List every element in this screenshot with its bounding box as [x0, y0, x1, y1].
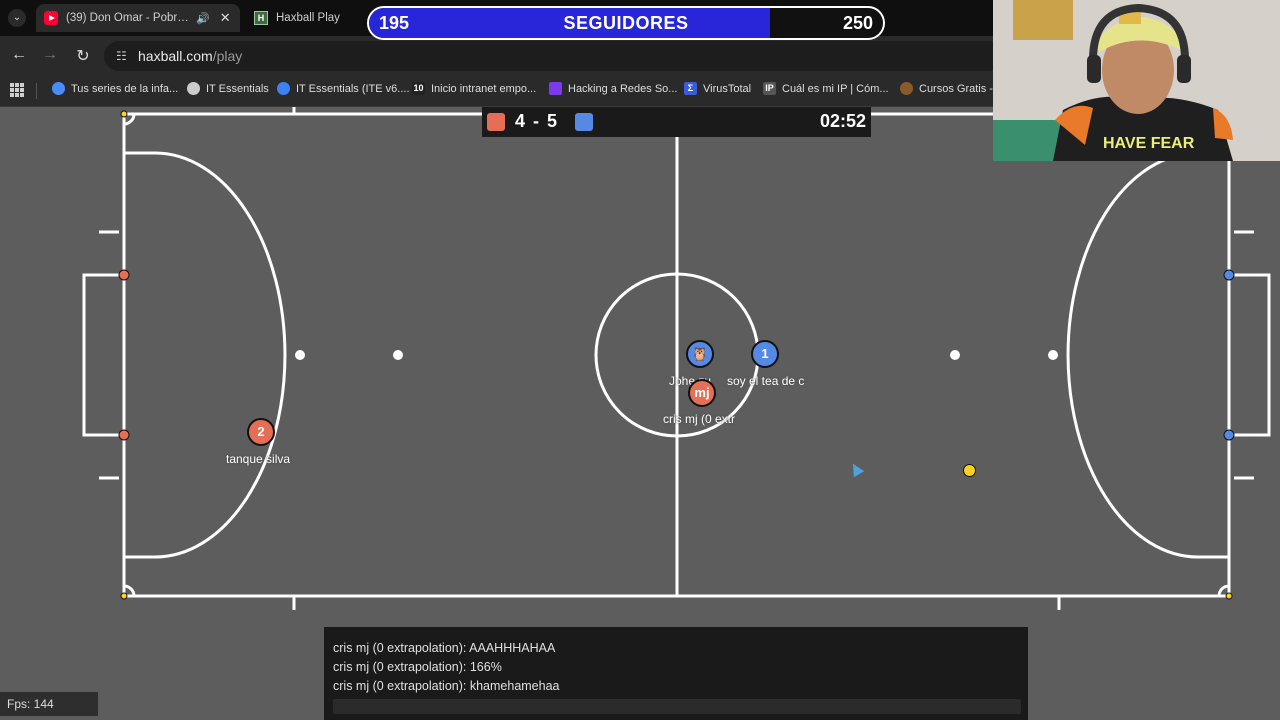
youtube-icon — [44, 11, 58, 25]
bookmark-item[interactable]: Σ VirusTotal — [684, 82, 751, 95]
apps-grid-icon[interactable] — [10, 83, 24, 97]
speaker-icon[interactable]: 🔊 — [196, 12, 210, 25]
url-input[interactable]: ☷ haxball.com/play — [104, 41, 1004, 71]
bookmark-label: Cursos Gratis - A — [919, 82, 1003, 95]
bookmark-label: IT Essentials (ITE v6.... — [296, 82, 410, 95]
red-team-indicator — [487, 113, 505, 131]
svg-text:HAVE FEAR: HAVE FEAR — [1103, 135, 1195, 152]
player-name: soy el tea de c — [727, 374, 805, 388]
ten-icon: 10 — [412, 82, 425, 95]
bookmark-item[interactable]: Cursos Gratis - A — [900, 82, 1003, 95]
bookmark-label: Hacking a Redes So... — [568, 82, 678, 95]
ball — [963, 464, 976, 477]
bookmark-item[interactable]: IT Essentials (ITE v6.... — [277, 82, 410, 95]
bookmark-item[interactable]: 10 Inicio intranet empo... — [412, 82, 536, 95]
score-red: 4 — [515, 111, 526, 131]
player-disc: 2 — [247, 418, 275, 446]
player-name: cris mj (0 extr — [663, 412, 735, 426]
sigma-icon: Σ — [684, 82, 697, 95]
followers-label: SEGUIDORES — [563, 13, 689, 33]
followers-goal: 250 — [842, 13, 873, 33]
owl-icon: 🦉 — [691, 346, 709, 362]
link-icon — [277, 82, 290, 95]
blue-team-indicator — [575, 113, 593, 131]
match-timer: 02:52 — [819, 111, 866, 131]
bookmark-label: Inicio intranet empo... — [431, 82, 537, 95]
player-disc: 🦉 — [686, 340, 714, 368]
webcam-image: HAVE FEAR — [993, 0, 1280, 161]
bookmark-label: VirusTotal — [703, 82, 752, 95]
tab-haxball[interactable]: H Haxball Play — [248, 4, 368, 32]
site-info-icon[interactable]: ☷ — [116, 49, 127, 63]
webcam-overlay: HAVE FEAR — [993, 0, 1280, 161]
bookmark-item[interactable]: IT Essentials — [187, 82, 269, 95]
bookmark-item[interactable]: IP Cuál es mi IP | Cóm... — [763, 82, 889, 95]
close-icon[interactable]: ✕ — [220, 10, 231, 26]
game-canvas[interactable]: 4-5 02:52 2 tanque silva 🦉 Johe zu 1 soy… — [0, 107, 1280, 720]
chat-message: cris mj (0 extrapolation): AAAHHHAHAA — [333, 641, 556, 655]
ip-icon: IP — [763, 82, 776, 95]
bookmark-label: Cuál es mi IP | Cóm... — [782, 82, 889, 95]
bookmark-label: Tus series de la infa... — [71, 82, 179, 95]
score-blue: 5 — [547, 111, 558, 131]
score-separator: - — [533, 111, 540, 131]
url-text[interactable]: haxball.com/play — [138, 48, 242, 64]
tab-title: Haxball Play — [276, 12, 340, 24]
chat-input[interactable] — [333, 699, 1021, 714]
haxball-icon: H — [254, 11, 268, 25]
blue-bubble-icon — [52, 82, 65, 95]
bookmark-item[interactable]: Tus series de la infa... — [52, 82, 178, 95]
chat-message: cris mj (0 extrapolation): 166% — [333, 660, 502, 674]
player-disc: mj — [688, 379, 716, 407]
bookmark-label: IT Essentials — [206, 82, 269, 95]
bookmark-item[interactable]: Hacking a Redes So... — [549, 82, 677, 95]
back-arrow-icon[interactable]: ← — [9, 46, 29, 64]
url-host: haxball.com — [138, 48, 213, 64]
tab-youtube[interactable]: (39) Don Omar - Pobre Diabla 🔊 ✕ — [36, 4, 240, 32]
scoreboard: 4-5 02:52 — [482, 107, 871, 137]
globe-icon — [187, 82, 200, 95]
divider — [36, 83, 37, 99]
chat-message: cris mj (0 extrapolation): khamehamehaa — [333, 679, 560, 693]
reload-icon[interactable]: ↻ — [73, 46, 93, 66]
chat-panel: cris mj (0 extrapolation): AAAHHHAHAA cr… — [324, 627, 1028, 720]
score: 4-5 — [515, 111, 557, 132]
tab-title: (39) Don Omar - Pobre Diabla — [66, 12, 190, 24]
player-disc: 1 — [751, 340, 779, 368]
shield-icon — [549, 82, 562, 95]
fps-counter: Fps: 144 — [0, 692, 98, 716]
person-icon — [900, 82, 913, 95]
player-name: tanque silva — [226, 452, 291, 466]
forward-arrow-icon[interactable]: → — [40, 46, 60, 64]
tab-search-button[interactable]: ⌄ — [8, 9, 26, 27]
url-path: /play — [212, 48, 243, 64]
followers-goal-bar: 195 SEGUIDORES 250 — [367, 6, 885, 40]
